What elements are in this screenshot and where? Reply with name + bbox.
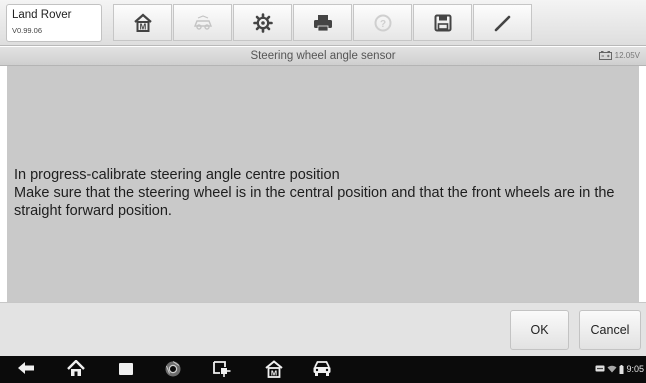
svg-text:?: ?	[379, 19, 385, 30]
vehicle-swap-icon	[193, 14, 212, 30]
battery-status-icon	[619, 364, 624, 374]
instruction-message: In progress-calibrate steering angle cen…	[14, 166, 640, 220]
browser-icon	[165, 361, 181, 377]
save-icon	[434, 14, 451, 31]
help-icon: ?	[374, 14, 391, 31]
back-button[interactable]	[17, 360, 35, 376]
title-bar: Steering wheel angle sensor 12.05V	[0, 47, 646, 66]
clock: 9:05	[626, 364, 644, 374]
home-button[interactable]: M	[113, 4, 172, 41]
vehicle-info: Land Rover V0.99.06	[6, 4, 102, 42]
home-icon: M	[133, 13, 152, 32]
message-line-2: Make sure that the steering wheel is in …	[14, 185, 615, 219]
save-button[interactable]	[413, 4, 472, 41]
vehicle-menu-icon	[313, 361, 331, 376]
vehicle-name: Land Rover	[12, 9, 72, 21]
ok-button[interactable]: OK	[510, 310, 569, 350]
home-nav-icon	[67, 360, 85, 376]
maxisys-home-button[interactable]: M	[265, 360, 283, 378]
message-panel: In progress-calibrate steering angle cen…	[7, 66, 639, 302]
browser-button[interactable]	[164, 360, 182, 378]
notification-icon	[595, 365, 605, 372]
pen-button[interactable]	[473, 4, 532, 41]
vci-connect-icon	[213, 361, 231, 377]
battery-voltage: 12.05V	[614, 51, 640, 60]
help-button[interactable]: ?	[353, 4, 412, 41]
recent-apps-button[interactable]	[118, 362, 134, 376]
pen-icon	[494, 15, 510, 31]
vehicle-menu-button[interactable]	[312, 360, 332, 377]
top-toolbar: Land Rover V0.99.06 M ?	[0, 0, 646, 46]
maxisys-home-icon: M	[265, 360, 283, 378]
system-nav-bar: M 9:05	[0, 356, 646, 383]
message-line-1: In progress-calibrate steering angle cen…	[14, 167, 340, 183]
print-button[interactable]	[293, 4, 352, 41]
action-bar: OK Cancel	[0, 302, 646, 356]
back-arrow-icon	[18, 362, 34, 374]
vehicle-swap-button[interactable]	[173, 4, 232, 41]
svg-text:M: M	[139, 22, 146, 31]
home-nav-button[interactable]	[67, 360, 85, 377]
vci-connect-button[interactable]	[212, 360, 232, 378]
page-title: Steering wheel angle sensor	[250, 50, 396, 62]
settings-button[interactable]	[233, 4, 292, 41]
status-area: 9:05	[595, 364, 644, 374]
print-icon	[313, 14, 332, 31]
vehicle-version: V0.99.06	[12, 26, 43, 35]
svg-text:M: M	[271, 369, 277, 378]
battery-status: 12.05V	[598, 51, 640, 60]
battery-icon	[598, 51, 612, 60]
cancel-button[interactable]: Cancel	[579, 310, 641, 350]
recent-apps-icon	[119, 363, 133, 375]
settings-icon	[252, 12, 273, 33]
wifi-icon	[607, 365, 617, 373]
